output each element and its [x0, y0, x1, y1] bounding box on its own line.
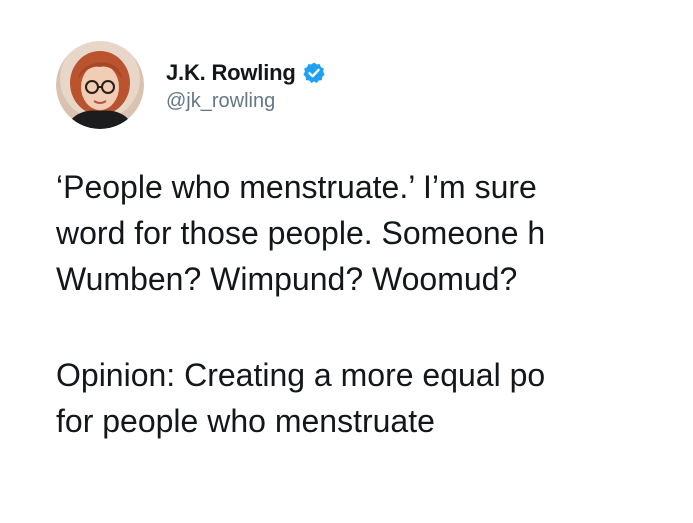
tweet-header: J.K. Rowling @jk_rowling	[56, 40, 326, 130]
tweet-text: ‘People who menstruate.’ I’m sure word f…	[56, 164, 693, 444]
avatar[interactable]	[56, 41, 144, 129]
name-row: J.K. Rowling	[166, 58, 326, 88]
tweet-text-line: word for those people. Someone h	[56, 215, 546, 251]
tweet-text-line: Opinion: Creating a more equal po	[56, 357, 546, 393]
tweet-card: J.K. Rowling @jk_rowling ‘People who men…	[0, 0, 693, 523]
avatar-image	[56, 41, 144, 129]
author-handle[interactable]: @jk_rowling	[166, 90, 326, 113]
verified-badge-icon	[302, 61, 326, 85]
author-block: J.K. Rowling @jk_rowling	[166, 58, 326, 113]
tweet-text-line: Wumben? Wimpund? Woomud?	[56, 261, 518, 297]
tweet-text-line: ‘People who menstruate.’ I’m sure	[56, 169, 537, 205]
tweet-text-line: for people who menstruate	[56, 403, 435, 439]
author-display-name[interactable]: J.K. Rowling	[166, 60, 296, 86]
